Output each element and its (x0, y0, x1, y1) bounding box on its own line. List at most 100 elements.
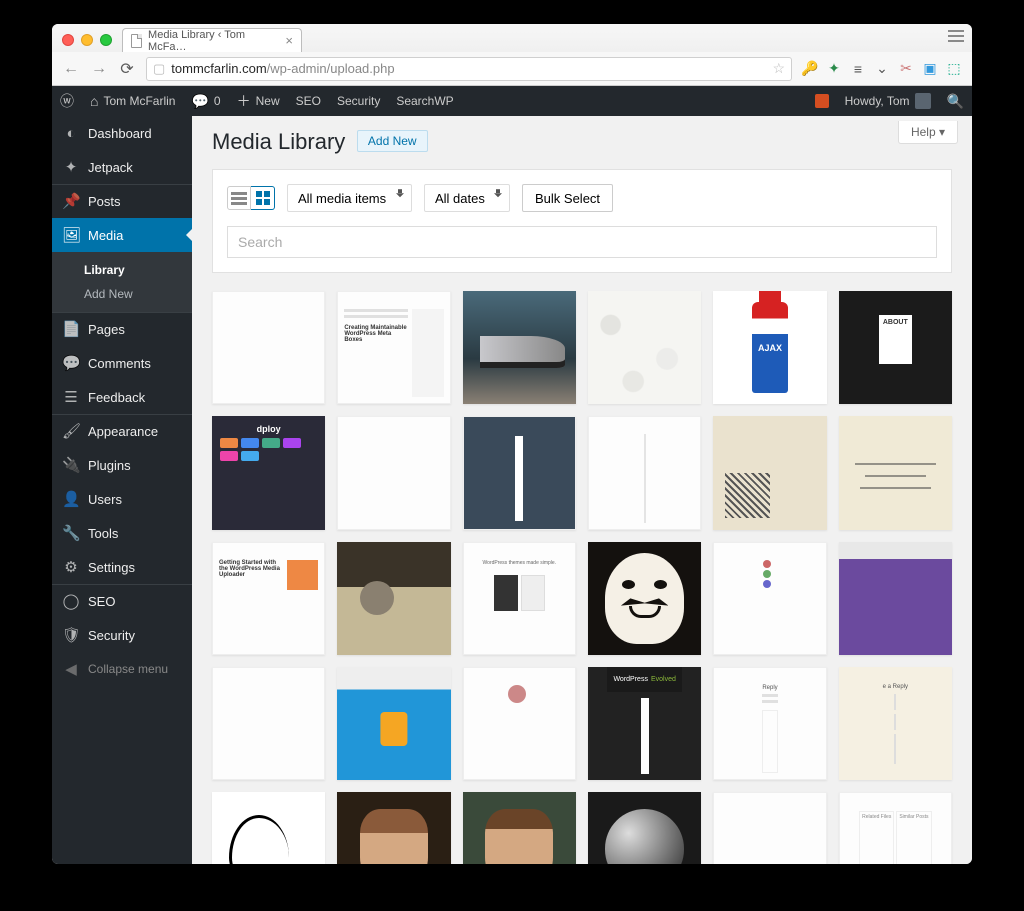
url-path: /wp-admin/upload.php (267, 61, 395, 76)
media-item[interactable] (337, 542, 450, 655)
media-item[interactable] (588, 291, 701, 404)
adminbar-security[interactable]: Security (329, 86, 388, 116)
submenu-library[interactable]: Library (52, 258, 192, 282)
sidebar-item-pages[interactable]: 📄Pages (52, 312, 192, 346)
bulk-select-button[interactable]: Bulk Select (522, 184, 613, 212)
sidebar-item-jetpack[interactable]: ✦Jetpack (52, 150, 192, 184)
window-controls[interactable] (62, 34, 112, 46)
reload-button[interactable]: ⟳ (118, 59, 136, 79)
media-item[interactable] (463, 291, 576, 404)
sidebar-item-security[interactable]: 🛡Security (52, 618, 192, 652)
back-button[interactable]: ← (62, 60, 80, 78)
media-toolbar: All media items All dates Bulk Select (212, 169, 952, 273)
collapse-menu[interactable]: ◀Collapse menu (52, 652, 192, 686)
comments-link[interactable]: 💬0 (183, 86, 228, 116)
media-item[interactable] (337, 792, 450, 864)
media-item[interactable] (713, 416, 826, 529)
media-item[interactable]: WordPress themes made simple. (463, 542, 576, 655)
menu-icon: 🔧 (62, 524, 80, 542)
media-item[interactable] (588, 416, 701, 529)
extension-icon[interactable]: 🔑 (802, 61, 818, 77)
tab-title: Media Library ‹ Tom McFa… (148, 29, 273, 53)
media-item[interactable]: Related FilesSimilar Posts (839, 792, 952, 864)
menu-icon: 📄 (62, 320, 80, 338)
sidebar-item-feedback[interactable]: ☰Feedback (52, 380, 192, 414)
new-content-link[interactable]: ＋New (229, 86, 288, 116)
search-input[interactable] (227, 226, 937, 258)
browser-window: Media Library ‹ Tom McFa… × ← → ⟳ ▢ tomm… (52, 24, 972, 864)
site-name-link[interactable]: ⌂Tom McFarlin (82, 86, 183, 116)
media-type-filter[interactable]: All media items (287, 184, 412, 212)
menu-icon: 🖼 (62, 226, 80, 244)
extension-icon[interactable]: ≡ (850, 61, 866, 77)
media-item[interactable] (463, 667, 576, 780)
add-new-button[interactable]: Add New (357, 130, 428, 152)
media-item[interactable]: e a Reply (839, 667, 952, 780)
search-icon[interactable]: 🔍 (939, 86, 972, 116)
browser-tab[interactable]: Media Library ‹ Tom McFa… × (122, 28, 302, 52)
bookmark-star-icon[interactable]: ☆ (772, 60, 785, 77)
wp-admin-bar: ⓦ ⌂Tom McFarlin 💬0 ＋New SEO Security Sea… (52, 86, 972, 116)
minimize-window-icon[interactable] (81, 34, 93, 46)
media-item[interactable]: Reply (713, 667, 826, 780)
submenu-add-new[interactable]: Add New (52, 282, 192, 306)
sidebar-item-users[interactable]: 👤Users (52, 482, 192, 516)
admin-sidebar: ◐Dashboard✦Jetpack📌Posts🖼Media LibraryAdd… (52, 87, 192, 864)
media-item[interactable] (588, 792, 701, 864)
main-content: Help ▾ Media Library Add New All media i… (192, 87, 972, 864)
sidebar-item-settings[interactable]: ⚙Settings (52, 550, 192, 584)
address-bar[interactable]: ▢ tommcfarlin.com/wp-admin/upload.php ☆ (146, 57, 792, 81)
help-tab[interactable]: Help ▾ (898, 121, 958, 144)
media-item[interactable]: Getting Started with the WordPress Media… (212, 542, 325, 655)
media-item[interactable] (337, 667, 450, 780)
sidebar-item-tools[interactable]: 🔧Tools (52, 516, 192, 550)
sidebar-item-media[interactable]: 🖼Media (52, 218, 192, 252)
media-item[interactable] (212, 667, 325, 780)
media-item[interactable] (463, 792, 576, 864)
date-filter[interactable]: All dates (424, 184, 510, 212)
media-item[interactable] (463, 416, 576, 529)
close-window-icon[interactable] (62, 34, 74, 46)
page-title: Media Library (212, 129, 345, 155)
media-item[interactable] (212, 792, 325, 864)
extension-icon[interactable]: ▣ (922, 61, 938, 77)
menu-icon: ◯ (62, 592, 80, 610)
menu-icon: 💬 (62, 354, 80, 372)
sidebar-item-plugins[interactable]: 🔌Plugins (52, 448, 192, 482)
grid-view-button[interactable] (251, 186, 275, 210)
adminbar-searchwp[interactable]: SearchWP (388, 86, 461, 116)
close-tab-icon[interactable]: × (285, 33, 293, 48)
menu-icon: 📌 (62, 192, 80, 210)
account-link[interactable]: Howdy, Tom (837, 86, 939, 116)
media-item[interactable] (713, 542, 826, 655)
menu-icon: 👤 (62, 490, 80, 508)
adminbar-seo[interactable]: SEO (288, 86, 329, 116)
media-item[interactable] (713, 792, 826, 864)
menu-icon: ◐ (62, 125, 80, 142)
media-item[interactable]: WordPressEvolved (588, 667, 701, 780)
extension-icon[interactable]: ✂ (898, 61, 914, 77)
zoom-window-icon[interactable] (100, 34, 112, 46)
list-view-button[interactable] (227, 186, 251, 210)
media-item[interactable]: Creating Maintainable WordPress Meta Box… (337, 291, 450, 404)
extension-icon[interactable]: ⌄ (874, 61, 890, 77)
sidebar-item-seo[interactable]: ◯SEO (52, 584, 192, 618)
chrome-menu-icon[interactable] (948, 30, 964, 42)
wp-logo[interactable]: ⓦ (52, 86, 82, 116)
media-item[interactable] (713, 291, 826, 404)
notification-icon[interactable] (807, 86, 837, 116)
media-item[interactable] (839, 542, 952, 655)
media-item[interactable]: ABOUT (839, 291, 952, 404)
media-item[interactable] (839, 416, 952, 529)
media-item[interactable] (588, 542, 701, 655)
sidebar-item-dashboard[interactable]: ◐Dashboard (52, 117, 192, 150)
extension-icon[interactable]: ✦ (826, 61, 842, 77)
media-item[interactable]: dploy (212, 416, 325, 529)
media-item[interactable] (337, 416, 450, 529)
sidebar-item-posts[interactable]: 📌Posts (52, 184, 192, 218)
extension-icon[interactable]: ⬚ (946, 61, 962, 77)
sidebar-item-comments[interactable]: 💬Comments (52, 346, 192, 380)
media-item[interactable] (212, 291, 325, 404)
sidebar-item-appearance[interactable]: 🖌Appearance (52, 414, 192, 448)
menu-icon: 🛡 (62, 626, 80, 644)
